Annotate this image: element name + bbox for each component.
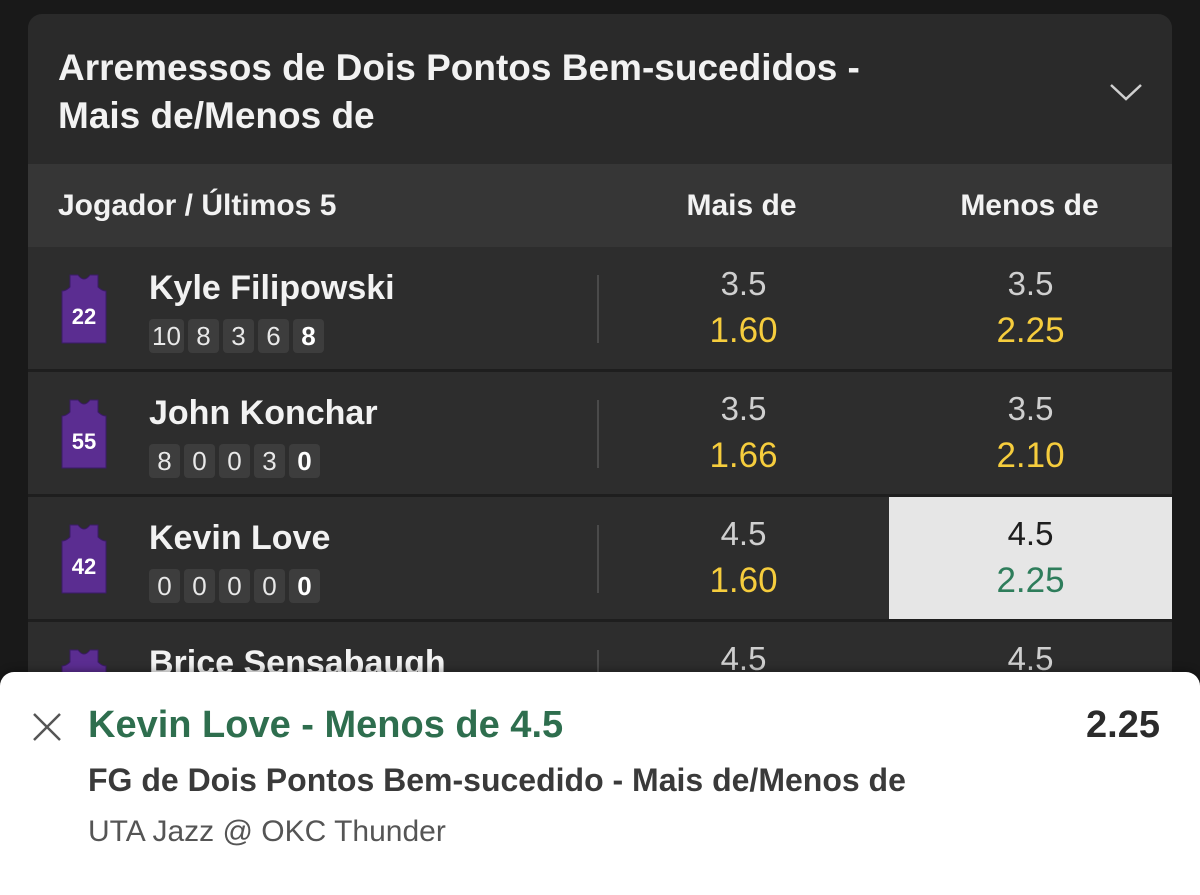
column-player: Jogador / Últimos 5 [58, 189, 337, 222]
last-game-value: 0 [254, 569, 285, 603]
over-price: 1.66 [709, 436, 778, 475]
last-game-value: 8 [149, 444, 180, 478]
betslip-selection: Kevin Love - Menos de 4.5 [88, 704, 564, 746]
column-header: Jogador / Últimos 5 Mais de Menos de [28, 164, 1172, 247]
over-line: 4.5 [720, 515, 767, 552]
last-game-value: 3 [254, 444, 285, 478]
under-odds-button[interactable]: 3.5 2.25 [889, 247, 1172, 369]
player-name: John Konchar [149, 394, 378, 432]
last-game-value: 0 [149, 569, 180, 603]
over-line: 3.5 [720, 265, 767, 302]
last-game-value: 0 [289, 569, 320, 603]
last-game-value: 6 [257, 319, 289, 353]
over-price: 1.60 [709, 561, 778, 600]
under-line: 3.5 [1007, 390, 1054, 427]
column-over: Mais de [686, 189, 797, 222]
under-odds-button[interactable]: 3.5 2.10 [889, 372, 1172, 494]
player-row: 55 John Konchar 8 0 0 3 0 3.5 1.66 3.5 2.10 [28, 372, 1172, 494]
column-under: Menos de [960, 189, 1099, 222]
jersey-icon: 42 [61, 524, 107, 594]
under-price: 2.25 [996, 561, 1065, 600]
player-row: 42 Kevin Love 0 0 0 0 0 4.5 1.60 4.5 2.25 [28, 497, 1172, 619]
under-price: 2.25 [996, 311, 1065, 350]
jersey-icon: 22 [61, 274, 107, 344]
betslip-odds: 2.25 [1086, 704, 1160, 746]
market-header[interactable]: Arremessos de Dois Pontos Bem-sucedidos … [28, 14, 1172, 164]
last-5-games: 80030 [149, 444, 320, 478]
over-odds-button[interactable]: 3.5 1.66 [602, 372, 885, 494]
market-title-line-1: Arremessos de Dois Pontos Bem-sucedidos … [58, 47, 860, 88]
last-game-value: 8 [187, 319, 219, 353]
last-game-value: 8 [292, 319, 324, 353]
market-title-line-2: Mais de/Menos de [58, 95, 375, 136]
jersey-number: 22 [72, 304, 96, 329]
player-name: Kyle Filipowski [149, 269, 395, 307]
player-name: Kevin Love [149, 519, 331, 557]
last-game-value: 0 [219, 444, 250, 478]
last-game-value: 0 [184, 444, 215, 478]
over-odds-button[interactable]: 4.5 1.60 [602, 497, 885, 619]
over-line: 3.5 [720, 390, 767, 427]
under-odds-button[interactable]: 4.5 2.25 [889, 497, 1172, 619]
under-price: 2.10 [996, 436, 1065, 475]
row-divider [597, 525, 599, 593]
betslip-market: FG de Dois Pontos Bem-sucedido - Mais de… [88, 762, 906, 798]
under-line: 3.5 [1007, 265, 1054, 302]
last-5-games: 10 8 3 6 8 [149, 319, 324, 353]
market-title: Arremessos de Dois Pontos Bem-sucedidos … [58, 44, 1038, 140]
last-game-value: 3 [222, 319, 254, 353]
close-icon[interactable] [30, 710, 64, 744]
over-odds-button[interactable]: 3.5 1.60 [602, 247, 885, 369]
last-5-games: 00000 [149, 569, 320, 603]
last-game-value: 0 [184, 569, 215, 603]
jersey-icon: 55 [61, 399, 107, 469]
last-game-value: 10 [149, 319, 184, 353]
last-game-value: 0 [219, 569, 250, 603]
under-line: 4.5 [1007, 515, 1054, 552]
last-game-value: 0 [289, 444, 320, 478]
player-row: 22 Kyle Filipowski 10 8 3 6 8 3.5 1.60 3.5 2.25 [28, 247, 1172, 369]
chevron-down-icon[interactable] [1108, 76, 1144, 106]
jersey-number: 55 [72, 429, 96, 454]
betslip-event: UTA Jazz @ OKC Thunder [88, 815, 446, 848]
over-price: 1.60 [709, 311, 778, 350]
row-divider [597, 400, 599, 468]
row-divider [597, 275, 599, 343]
jersey-number: 42 [72, 554, 96, 579]
